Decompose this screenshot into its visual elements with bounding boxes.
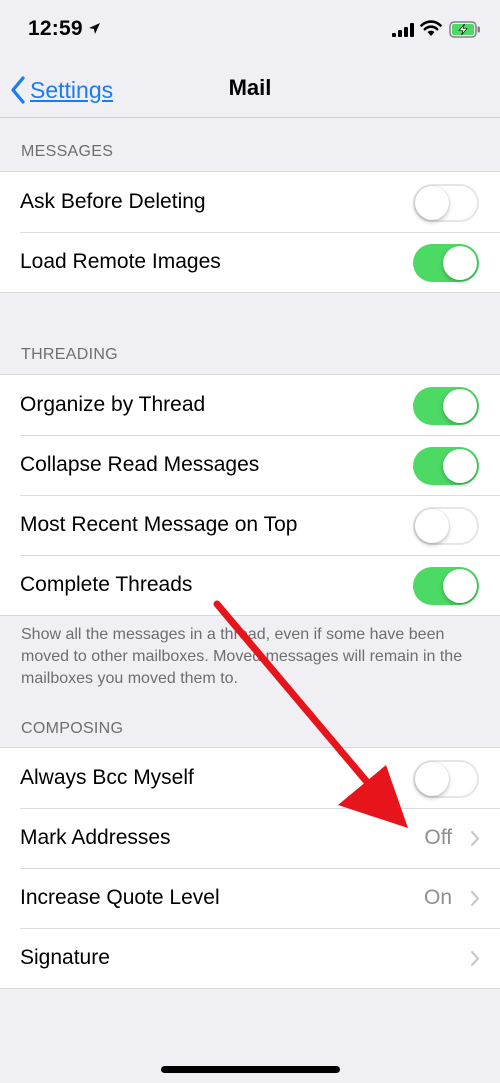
ask-before-deleting-toggle[interactable] xyxy=(413,184,479,222)
row-label: Most Recent Message on Top xyxy=(20,513,298,536)
navigation-bar: Settings Mail xyxy=(0,62,500,118)
load-remote-images-row: Load Remote Images xyxy=(0,232,500,292)
wifi-icon xyxy=(420,20,442,36)
toggle-knob xyxy=(415,186,449,220)
toggle-knob xyxy=(415,509,449,543)
battery-charging-icon xyxy=(449,21,480,38)
signature-row[interactable]: Signature xyxy=(0,928,500,988)
toggle-knob xyxy=(443,569,477,603)
organize-by-thread-toggle[interactable] xyxy=(413,387,479,425)
load-remote-images-toggle[interactable] xyxy=(413,244,479,282)
ask-before-deleting-row: Ask Before Deleting xyxy=(0,172,500,232)
chevron-right-icon xyxy=(470,950,480,967)
row-label: Complete Threads xyxy=(20,573,193,596)
page-title: Mail xyxy=(228,75,272,100)
row-label: Organize by Thread xyxy=(20,393,206,416)
organize-by-thread-row: Organize by Thread xyxy=(0,375,500,435)
threading-group: Organize by Thread Collapse Read Message… xyxy=(0,374,500,616)
toggle-knob xyxy=(443,246,477,280)
row-label: Increase Quote Level xyxy=(20,886,220,909)
location-arrow-icon xyxy=(89,23,100,34)
row-label: Mark Addresses xyxy=(20,826,171,849)
row-label: Load Remote Images xyxy=(20,250,221,273)
row-label: Signature xyxy=(20,946,110,969)
most-recent-message-on-top-row: Most Recent Message on Top xyxy=(0,495,500,555)
status-bar: 12:59 xyxy=(0,0,500,62)
complete-threads-toggle[interactable] xyxy=(413,567,479,605)
increase-quote-level-value: On xyxy=(423,886,452,909)
collapse-read-messages-toggle[interactable] xyxy=(413,447,479,485)
chevron-right-icon xyxy=(470,890,480,907)
increase-quote-level-row[interactable]: Increase Quote Level On xyxy=(0,868,500,928)
always-bcc-myself-row: Always Bcc Myself xyxy=(0,748,500,808)
section-header-messages: MESSAGES xyxy=(21,143,114,160)
section-header-composing: COMPOSING xyxy=(21,720,124,737)
toggle-knob xyxy=(443,449,477,483)
complete-threads-row: Complete Threads xyxy=(0,555,500,615)
cellular-signal-icon xyxy=(392,23,414,37)
row-label: Ask Before Deleting xyxy=(20,190,206,213)
mark-addresses-value: Off xyxy=(424,826,452,849)
chevron-right-icon xyxy=(470,830,480,847)
most-recent-message-on-top-toggle[interactable] xyxy=(413,507,479,545)
messages-group: Ask Before Deleting Load Remote Images xyxy=(0,171,500,293)
composing-group: Always Bcc Myself Mark Addresses Off Inc… xyxy=(0,747,500,989)
row-label: Always Bcc Myself xyxy=(20,766,194,789)
section-header-threading: THREADING xyxy=(21,346,118,363)
toggle-knob xyxy=(443,389,477,423)
always-bcc-myself-toggle[interactable] xyxy=(413,760,479,798)
home-indicator xyxy=(161,1066,340,1073)
mark-addresses-row[interactable]: Mark Addresses Off xyxy=(0,808,500,868)
threading-footer-text: Show all the messages in a thread, even … xyxy=(21,626,463,687)
row-label: Collapse Read Messages xyxy=(20,453,260,476)
toggle-knob xyxy=(415,762,449,796)
status-time: 12:59 xyxy=(28,17,83,40)
collapse-read-messages-row: Collapse Read Messages xyxy=(0,435,500,495)
